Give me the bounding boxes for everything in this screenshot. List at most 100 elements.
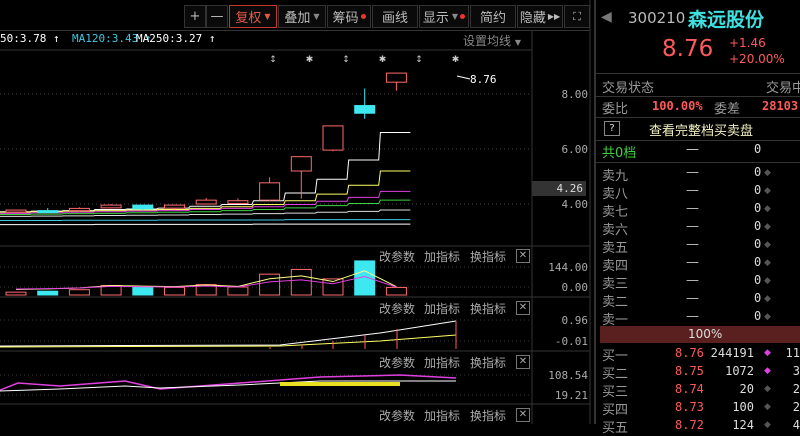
ratio-value: 100.00%: [652, 99, 703, 113]
buy-level-row: 买四 8.73 100 ◆ 2: [602, 399, 800, 418]
ma-line: [0, 223, 411, 226]
stock-code: 300210: [628, 9, 686, 27]
candle-body: [68, 207, 90, 212]
divider: [596, 140, 800, 141]
axis-label: 108.54: [548, 369, 588, 382]
add-indicator-button[interactable]: 加指标: [424, 407, 460, 424]
diamond-icon: ◆: [764, 348, 771, 358]
level-volume: 100: [732, 400, 754, 414]
sell-level-row: 卖七 — 0 ◆: [602, 201, 800, 220]
sell-level-row: 卖六 — 0 ◆: [602, 219, 800, 238]
volume-bar: [259, 273, 281, 296]
change-params-button[interactable]: 改参数: [379, 407, 415, 424]
level-label: 买一: [602, 349, 629, 364]
diamond-icon: ◆: [764, 168, 771, 178]
divider: [596, 162, 800, 163]
diamond-icon: ◆: [764, 402, 771, 412]
close-panel-icon[interactable]: ✕: [516, 408, 530, 422]
change-params-button[interactable]: 改参数: [379, 248, 415, 265]
level-price: —: [686, 255, 699, 270]
help-icon[interactable]: ?: [604, 121, 620, 136]
status-value: 交易中: [766, 81, 800, 96]
level-label: 卖七: [602, 205, 629, 220]
diff-value: 28103: [762, 99, 799, 113]
event-marker-icon: ✱: [452, 55, 460, 65]
candle-body: [132, 204, 154, 210]
level-label: 卖五: [602, 241, 629, 256]
candle-body: [385, 72, 407, 83]
diamond-icon: ◆: [764, 222, 771, 232]
level-volume: 0: [754, 183, 762, 197]
add-indicator-button[interactable]: 加指标: [424, 300, 460, 317]
level-orders: 2: [792, 382, 800, 396]
level-volume: 1072: [725, 364, 754, 378]
level-orders: 4: [792, 418, 800, 432]
swap-indicator-button[interactable]: 换指标: [470, 354, 506, 371]
level-orders: 3: [792, 364, 800, 378]
swap-indicator-button[interactable]: 换指标: [470, 300, 506, 317]
close-panel-icon[interactable]: ✕: [516, 249, 530, 263]
event-marker-icon: ↕: [342, 55, 350, 65]
add-indicator-button[interactable]: 加指标: [424, 248, 460, 265]
add-indicator-button[interactable]: 加指标: [424, 354, 460, 371]
sell-level-row: 卖四 — 0 ◆: [602, 255, 800, 274]
level-price: 8.73: [675, 400, 704, 414]
divider: [596, 73, 800, 74]
buy-level-row: 买二 8.75 1072 ◆ 3: [602, 363, 800, 382]
collapse-left-icon[interactable]: ◀: [601, 9, 612, 25]
volume-bar: [290, 268, 312, 296]
diamond-icon: ◆: [764, 276, 771, 286]
sell-level-row: 卖三 — 0 ◆: [602, 273, 800, 292]
full-book-link[interactable]: 查看完整档买卖盘: [649, 120, 753, 139]
levels-zero: 0: [754, 142, 762, 156]
indicator-band: [280, 382, 400, 386]
volume-bar: [132, 285, 154, 296]
divider: [596, 117, 800, 118]
level-label: 卖六: [602, 223, 629, 238]
bid-ask-ratio-bar: 100%: [600, 326, 800, 343]
diamond-icon: ◆: [764, 366, 771, 376]
diamond-icon: ◆: [764, 186, 771, 196]
close-panel-icon[interactable]: ✕: [516, 355, 530, 369]
swap-indicator-button[interactable]: 换指标: [470, 248, 506, 265]
level-volume: 0: [754, 291, 762, 305]
change-params-button[interactable]: 改参数: [379, 354, 415, 371]
level-label: 买五: [602, 421, 629, 436]
latest-price-label: 8.76: [470, 73, 497, 86]
level-volume: 0: [754, 309, 762, 323]
level-price: 8.72: [675, 418, 704, 432]
candle-body: [195, 199, 217, 205]
level-price: —: [686, 165, 699, 180]
level-label: 卖九: [602, 169, 629, 184]
stock-name: 森远股份: [688, 9, 765, 31]
indicator-line: [0, 320, 457, 347]
change-params-button[interactable]: 改参数: [379, 300, 415, 317]
level-volume: 244191: [710, 346, 754, 360]
level-orders: 2: [792, 400, 800, 414]
event-marker-icon: ✱: [306, 55, 314, 65]
candle-body: [290, 156, 312, 172]
swap-indicator-button[interactable]: 换指标: [470, 407, 506, 424]
price-change: +1.46: [729, 36, 766, 50]
level-price: —: [686, 309, 699, 324]
close-panel-icon[interactable]: ✕: [516, 301, 530, 315]
level-price: —: [686, 237, 699, 252]
diamond-icon: ◆: [764, 420, 771, 430]
axis-label: 0.00: [561, 281, 589, 294]
buy-level-row: 买一 8.76 244191 ◆ 11: [602, 345, 800, 364]
levels-dash: —: [686, 142, 699, 157]
level-label: 买三: [602, 385, 629, 400]
level-price: 8.74: [675, 382, 704, 396]
buy-level-row: 买五 8.72 124 ◆ 4: [602, 417, 800, 436]
diamond-icon: ◆: [764, 204, 771, 214]
quote-panel: ◀ 300210 森远股份 8.76 +1.46 +20.00% 交易状态 交易中…: [594, 0, 800, 436]
level-volume: 20: [739, 382, 754, 396]
level-price: —: [686, 219, 699, 234]
volume-bar: [227, 286, 249, 296]
current-price-marker: 4.26: [532, 181, 586, 196]
level-volume: 0: [754, 237, 762, 251]
level-volume: 0: [754, 165, 762, 179]
axis-label: 144.00: [548, 261, 588, 274]
volume-bar: [385, 286, 407, 296]
event-marker-icon: ✱: [379, 55, 387, 65]
